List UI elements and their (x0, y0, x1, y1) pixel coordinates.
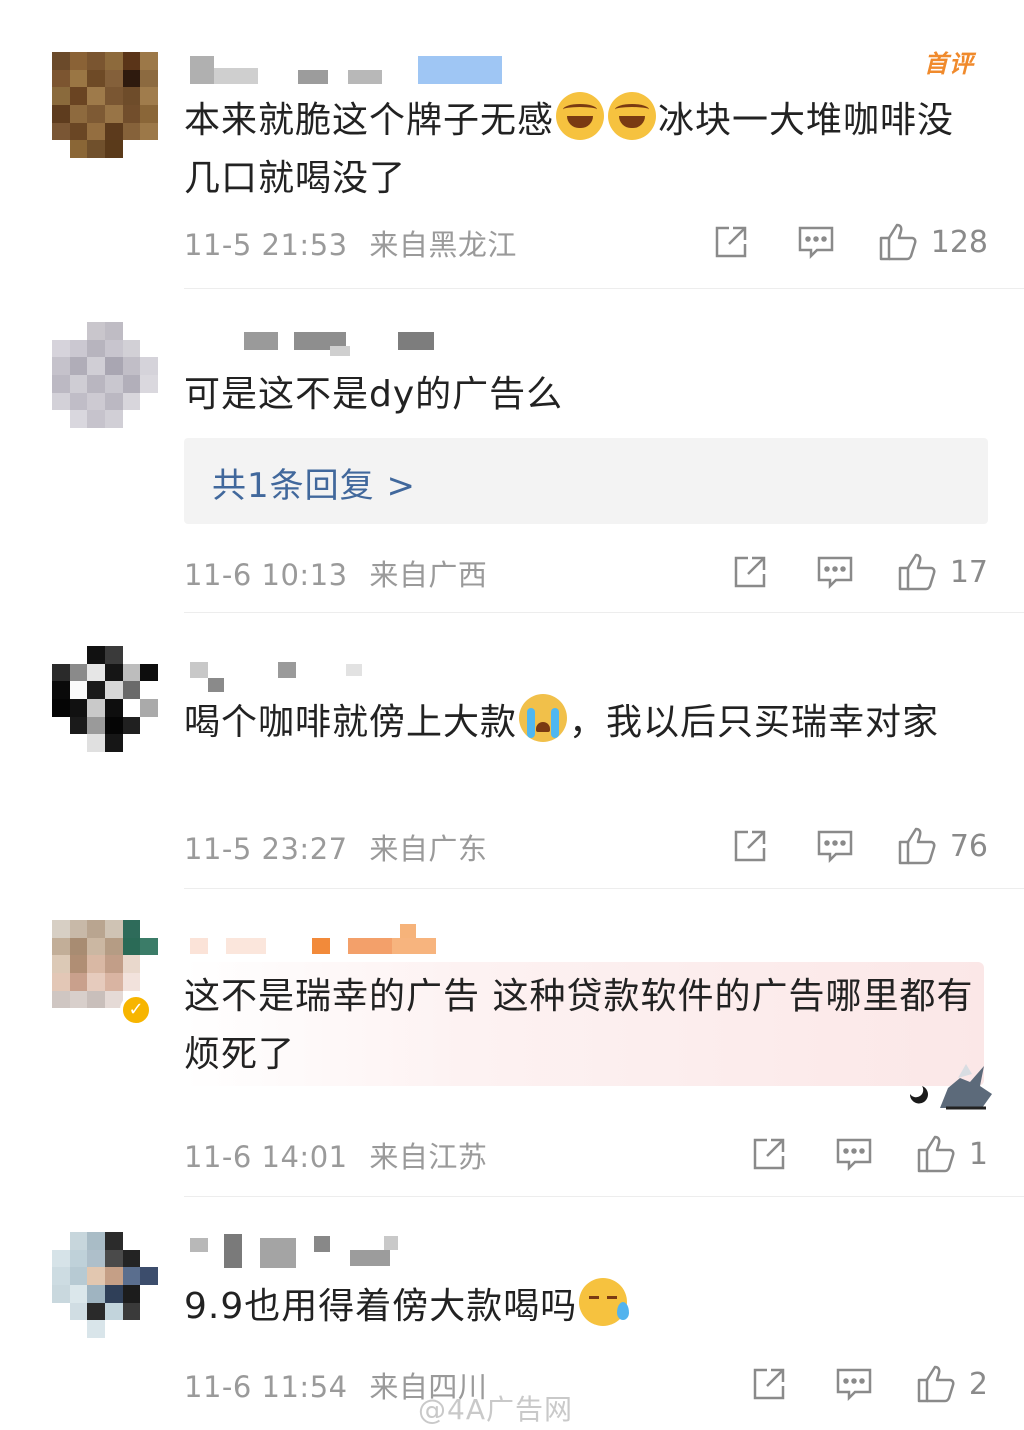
anime-character-sticker-icon (909, 1064, 992, 1110)
like-button[interactable]: 2 (915, 1364, 988, 1404)
reply-button[interactable] (835, 1136, 873, 1172)
sweat-emoji-icon (579, 1278, 630, 1326)
like-button[interactable]: 1 (915, 1134, 988, 1174)
like-count: 76 (949, 828, 988, 864)
comment-meta: 11-6 10:13 来自广西 (184, 552, 487, 594)
divider (184, 888, 1024, 889)
view-replies-button[interactable]: 共1条回复 > (184, 438, 988, 524)
comment-location: 来自广西 (369, 558, 488, 592)
reply-button[interactable] (816, 554, 854, 590)
avatar[interactable] (52, 1232, 158, 1338)
share-icon (753, 1138, 785, 1170)
like-count: 17 (949, 554, 988, 590)
like-count: 128 (930, 224, 988, 260)
comment-icon (836, 1138, 872, 1172)
comment-icon (817, 830, 853, 864)
comment-text-part: 喝个咖啡就傍上大款 (184, 702, 518, 743)
username-redacted[interactable] (190, 330, 450, 360)
reply-button[interactable] (797, 224, 835, 260)
comment-actions: 128 (713, 220, 988, 264)
comment-time: 11-6 14:01 (184, 1140, 348, 1174)
like-button[interactable]: 128 (877, 222, 988, 262)
comment-location: 来自江苏 (369, 1140, 488, 1174)
divider (184, 1196, 1024, 1197)
comment-text-part: 本来就脆这个牌子无感 (184, 100, 555, 141)
avatar[interactable] (52, 52, 158, 158)
username-redacted[interactable] (190, 1234, 430, 1268)
avatar[interactable] (52, 646, 158, 752)
share-button[interactable] (713, 224, 749, 260)
comment-time: 11-5 21:53 (184, 228, 348, 262)
share-button[interactable] (732, 828, 768, 864)
share-icon (734, 830, 766, 862)
comment-icon (836, 1368, 872, 1402)
laugh-tears-emoji-icon (608, 92, 657, 140)
comment-text: 9.9也用得着傍大款喝吗 (184, 1278, 984, 1336)
comment-meta: 11-6 14:01 来自江苏 (184, 1134, 487, 1176)
comment-item: 首评 本来就脆这个牌子无感 冰块一大堆咖啡没几口就喝没了 11-5 21:53 来… (0, 0, 1024, 290)
comment-text-part: 9.9也用得着傍大款喝吗 (184, 1286, 578, 1327)
comment-text: 喝个咖啡就傍上大款 ，我以后只买瑞幸对家 (184, 694, 984, 752)
reply-button[interactable] (835, 1366, 873, 1402)
share-icon (734, 556, 766, 588)
comment-meta: 11-5 23:27 来自广东 (184, 826, 487, 868)
username-redacted[interactable] (190, 56, 510, 86)
watermark: @4A广告网 (418, 1393, 573, 1426)
verified-badge-icon: ✓ (120, 994, 152, 1026)
comment-text: 可是这不是dy的广告么 (184, 374, 564, 415)
share-button[interactable] (751, 1136, 787, 1172)
like-count: 1 (968, 1136, 988, 1172)
like-button[interactable]: 76 (896, 826, 988, 866)
thumbs-up-icon (917, 1135, 955, 1173)
comment-actions: 17 (732, 550, 988, 594)
comment-text: 本来就脆这个牌子无感 冰块一大堆咖啡没几口就喝没了 (184, 92, 984, 208)
comment-text: 这不是瑞幸的广告 这种贷款软件的广告哪里都有 烦死了 (184, 976, 974, 1075)
first-comment-badge: 首评 (924, 50, 974, 78)
share-icon (715, 226, 746, 258)
laugh-tears-emoji-icon (556, 92, 605, 140)
thumbs-up-icon (879, 223, 917, 261)
thumbs-up-icon (898, 553, 936, 591)
avatar[interactable] (52, 322, 158, 428)
comment-time: 11-5 23:27 (184, 832, 348, 866)
divider (184, 288, 1024, 289)
like-count: 2 (968, 1366, 988, 1402)
comment-icon (798, 226, 833, 260)
share-icon (753, 1368, 785, 1400)
comment-time: 11-6 10:13 (184, 558, 348, 592)
share-button[interactable] (751, 1366, 787, 1402)
replies-label: 共1条回复 > (212, 466, 416, 506)
comment-time: 11-6 11:54 (184, 1370, 348, 1404)
reply-button[interactable] (816, 828, 854, 864)
like-button[interactable]: 17 (896, 552, 988, 592)
username-redacted[interactable] (190, 660, 390, 692)
comment-actions: 1 (751, 1132, 988, 1176)
comment-location: 来自黑龙江 (369, 228, 517, 262)
divider (184, 612, 1024, 613)
thumbs-up-icon (898, 827, 936, 865)
crying-emoji-icon (519, 694, 568, 742)
comment-actions: 2 (751, 1362, 988, 1406)
comment-meta: 11-5 21:53 来自黑龙江 (184, 222, 517, 264)
comment-location: 来自广东 (369, 832, 488, 866)
comment-actions: 76 (732, 824, 988, 868)
share-button[interactable] (732, 554, 768, 590)
comment-icon (817, 556, 853, 590)
username-redacted[interactable] (190, 924, 450, 954)
comment-text-part: ，我以后只买瑞幸对家 (569, 702, 940, 743)
thumbs-up-icon (917, 1365, 955, 1403)
